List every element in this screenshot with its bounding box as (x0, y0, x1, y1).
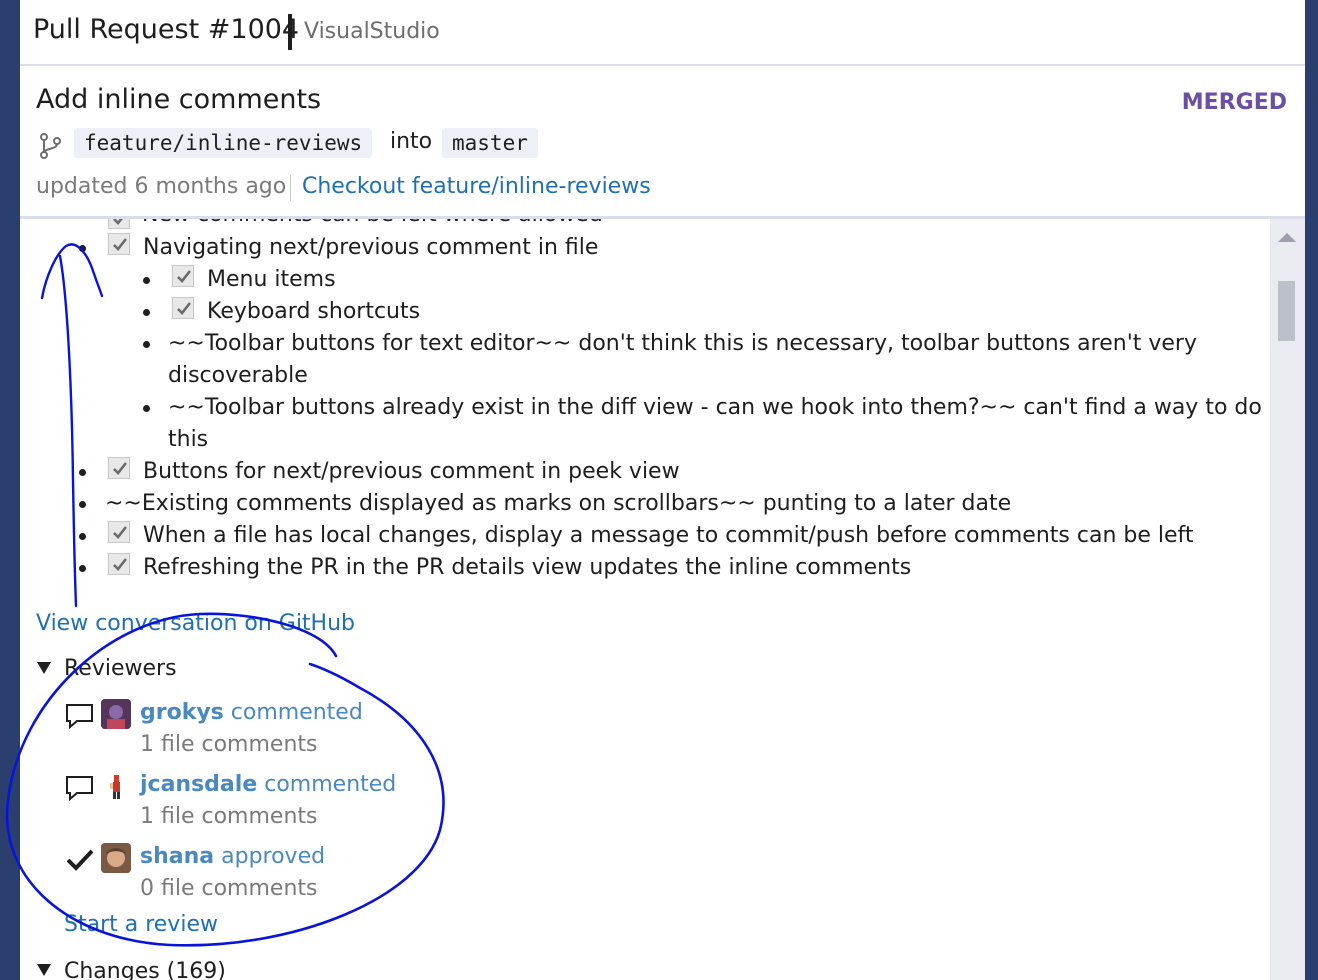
pr-title: Add inline comments (36, 84, 322, 115)
task-item: Buttons for next/previous comment in pee… (143, 459, 680, 484)
list-bullet (79, 469, 86, 476)
pull-request-panel: Pull Request #1004 VisualStudio Add inli… (20, 0, 1305, 980)
title-separator (288, 14, 292, 50)
list-bullet (79, 501, 86, 508)
window-frame-left (0, 0, 20, 980)
pane-title: Pull Request #1004 (33, 14, 300, 45)
scroll-up-arrow-icon[interactable] (1278, 233, 1296, 242)
vertical-scrollbar[interactable] (1270, 219, 1305, 980)
updated-time: updated 6 months ago (36, 174, 287, 199)
list-item: ~~Existing comments displayed as marks o… (105, 491, 1012, 516)
task-item: Keyboard shortcuts (207, 299, 421, 324)
task-checkbox (172, 265, 194, 287)
description-cutoff-line: New comments can be left where allowed (142, 219, 603, 227)
list-bullet (79, 245, 86, 252)
repository-name: VisualStudio (304, 19, 440, 44)
list-item-continuation: discoverable (168, 363, 308, 388)
list-bullet (143, 341, 150, 348)
task-checkbox (172, 297, 194, 319)
collapse-triangle-icon[interactable] (37, 662, 51, 674)
updated-separator (290, 175, 291, 201)
reviewer-entry[interactable]: shana approved (140, 844, 325, 869)
list-bullet (79, 565, 86, 572)
reviewer-name[interactable]: grokys (140, 700, 224, 725)
collapse-triangle-icon[interactable] (37, 964, 51, 976)
reviewer-action: commented (230, 700, 363, 725)
comment-icon (65, 703, 95, 735)
view-on-github-link[interactable]: View conversation on GitHub (36, 611, 355, 636)
source-branch: feature/inline-reviews (74, 128, 373, 158)
avatar (101, 843, 131, 873)
pr-header: Add inline comments MERGED feature/inlin… (20, 66, 1305, 219)
checkmark-icon (65, 847, 95, 877)
reviewer-action: commented (264, 772, 397, 797)
start-review-link[interactable]: Start a review (64, 912, 218, 937)
reviewer-name[interactable]: shana (140, 844, 214, 869)
task-checkbox (108, 521, 130, 543)
reviewer-action: approved (221, 844, 326, 869)
list-bullet (143, 309, 150, 316)
task-checkbox (108, 219, 130, 229)
pr-details-scroll-area: New comments can be left where allowed N… (20, 219, 1270, 980)
scrollbar-thumb[interactable] (1278, 281, 1295, 341)
task-checkbox (108, 457, 130, 479)
reviewer-comment-count: 1 file comments (140, 804, 318, 829)
reviewer-comment-count: 0 file comments (140, 876, 318, 901)
list-bullet (143, 277, 150, 284)
title-bar: Pull Request #1004 VisualStudio (20, 0, 1305, 66)
list-item-continuation: this (168, 427, 209, 452)
list-bullet (143, 405, 150, 412)
git-branch-icon (38, 132, 64, 160)
reviewer-entry[interactable]: grokys commented (140, 700, 363, 725)
list-bullet (79, 533, 86, 540)
avatar (101, 771, 131, 801)
reviewer-name[interactable]: jcansdale (140, 772, 257, 797)
reviewers-heading[interactable]: Reviewers (64, 656, 177, 681)
list-item: ~~Toolbar buttons already exist in the d… (168, 395, 1262, 420)
task-checkbox (108, 233, 130, 255)
target-branch: master (442, 128, 538, 158)
window-frame-right (1305, 0, 1318, 980)
list-item: ~~Toolbar buttons for text editor~~ don'… (168, 331, 1197, 356)
reviewer-comment-count: 1 file comments (140, 732, 318, 757)
task-checkbox (108, 553, 130, 575)
checkout-branch-link[interactable]: Checkout feature/inline-reviews (302, 174, 651, 199)
comment-icon (65, 775, 95, 807)
changes-heading[interactable]: Changes (169) (64, 959, 226, 980)
avatar (101, 699, 131, 729)
task-item: When a file has local changes, display a… (143, 523, 1194, 548)
into-label: into (390, 129, 433, 154)
task-item: Navigating next/previous comment in file (143, 235, 599, 260)
task-item: Menu items (207, 267, 336, 292)
pr-state-badge: MERGED (1181, 90, 1287, 115)
task-item: Refreshing the PR in the PR details view… (143, 555, 912, 580)
reviewer-entry[interactable]: jcansdale commented (140, 772, 396, 797)
